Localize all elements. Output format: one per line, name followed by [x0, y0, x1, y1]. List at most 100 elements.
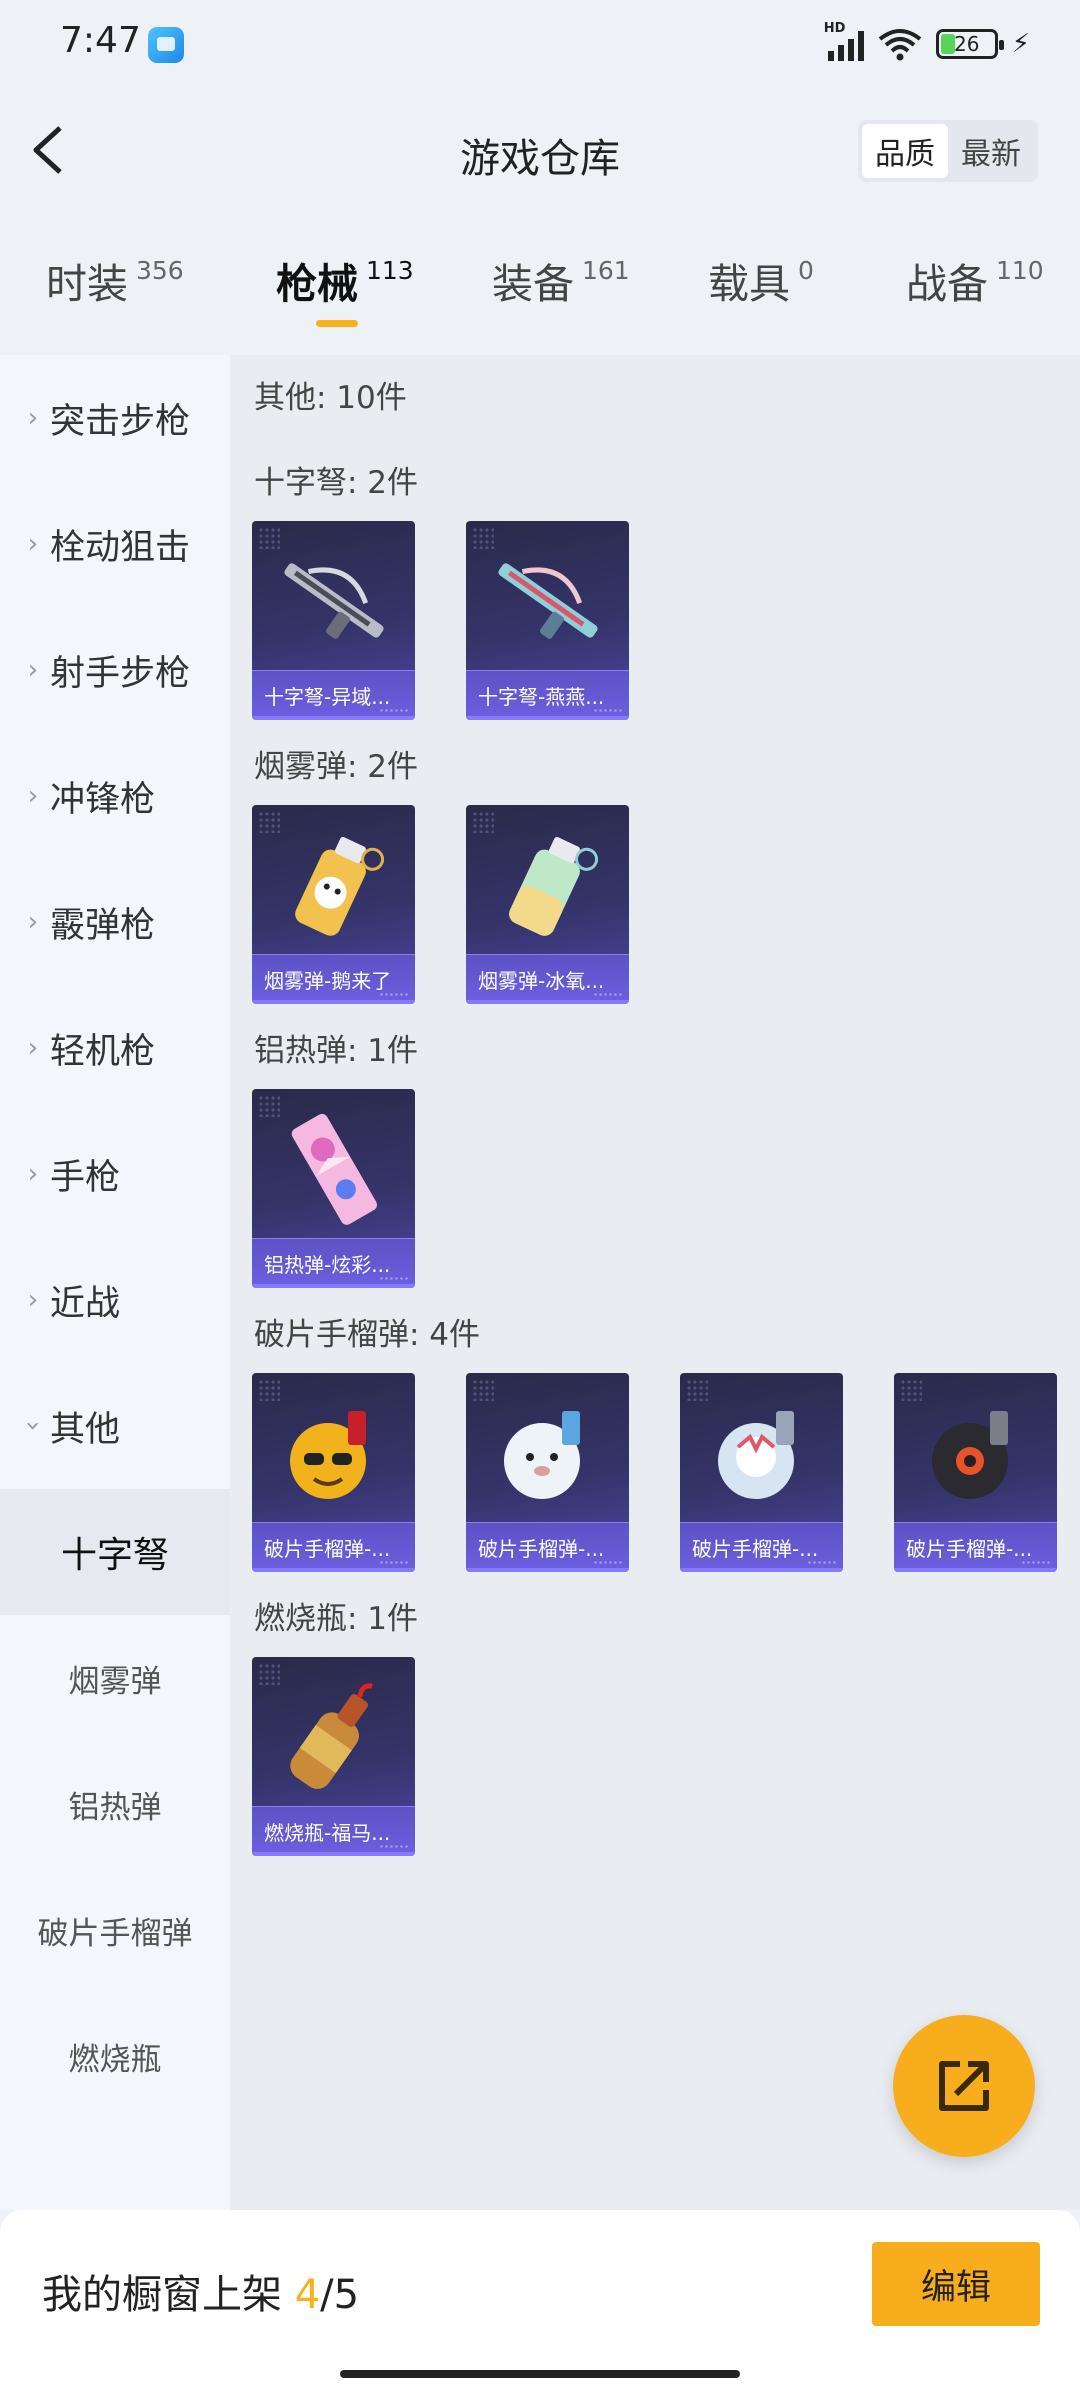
- sort-toggle: 品质 最新: [858, 120, 1038, 182]
- sidebar-item-label: 突击步枪: [50, 401, 191, 442]
- tab-firearms[interactable]: 枪械 113: [276, 250, 414, 310]
- active-tab-indicator: [316, 320, 358, 327]
- sidebar-item-shotgun[interactable]: › 霰弹枪: [0, 859, 230, 985]
- sidebar-sub-frag[interactable]: 破片手榴弹: [0, 1867, 230, 1993]
- sidebar-item-label: 霰弹枪: [50, 905, 156, 946]
- section-title: 十字弩: 2件: [254, 465, 419, 501]
- showcase-count: 4: [294, 2272, 321, 2318]
- chevron-right-icon: ›: [27, 907, 39, 937]
- battery-icon: 26: [935, 29, 1004, 59]
- sidebar-item-melee[interactable]: › 近战: [0, 1237, 230, 1363]
- item-card[interactable]: 十字弩-异域...: [252, 521, 415, 720]
- tab-supplies[interactable]: 战备 110: [906, 250, 1044, 310]
- item-card[interactable]: 破片手榴弹-...: [680, 1373, 843, 1572]
- smoke-grenade-icon: [295, 836, 385, 936]
- share-external-icon: [939, 2061, 989, 2111]
- sort-newest-button[interactable]: 最新: [948, 124, 1034, 178]
- sort-quality-button[interactable]: 品质: [862, 124, 948, 178]
- item-card[interactable]: 烟雾弹-冰氧...: [466, 805, 629, 1004]
- crossbow-icon: [498, 563, 598, 639]
- battery-level: 26: [954, 32, 980, 56]
- frag-grenade-icon: [504, 1411, 580, 1499]
- sidebar-sub-molotov[interactable]: 燃烧瓶: [0, 1993, 230, 2119]
- item-card[interactable]: 十字弩-燕燕...: [466, 521, 629, 720]
- chevron-down-icon: ›: [18, 1420, 48, 1432]
- item-name: 破片手榴弹-...: [894, 1522, 1057, 1572]
- chevron-right-icon: ›: [27, 781, 39, 811]
- item-card[interactable]: 铝热弹-炫彩...: [252, 1089, 415, 1288]
- tab-vehicles[interactable]: 载具 0: [708, 250, 814, 310]
- item-card[interactable]: 破片手榴弹-...: [466, 1373, 629, 1572]
- chevron-right-icon: ›: [27, 529, 39, 559]
- sidebar-item-assault-rifle[interactable]: › 突击步枪: [0, 355, 230, 481]
- frag-grenade-icon: [932, 1411, 1008, 1499]
- app-notification-icon: [148, 27, 184, 63]
- chevron-right-icon: ›: [27, 1159, 39, 1189]
- network-type: HD: [823, 21, 846, 36]
- section-title: 烟雾弹: 2件: [254, 749, 419, 785]
- molotov-icon: [290, 1683, 373, 1789]
- item-name: 破片手榴弹-...: [252, 1522, 415, 1572]
- sidebar-item-other[interactable]: › 其他: [0, 1363, 230, 1489]
- sidebar-item-label: 其他: [50, 1409, 121, 1450]
- status-bar: 7:47 HD 26 ⚡: [0, 0, 1080, 90]
- tab-label: 战备: [906, 260, 988, 308]
- tab-count: 110: [996, 256, 1044, 285]
- tab-count: 113: [366, 256, 414, 285]
- chevron-right-icon: ›: [27, 403, 39, 433]
- sidebar-item-label: 冲锋枪: [50, 779, 156, 820]
- sidebar: › 突击步枪 › 栓动狙击 › 射手步枪 › 冲锋枪 › 霰弹枪 › 轻机枪 › 手枪 › 近战…: [0, 355, 230, 2210]
- item-card[interactable]: 破片手榴弹-...: [894, 1373, 1057, 1572]
- tab-label: 装备: [492, 260, 574, 308]
- section-title: 燃烧瓶: 1件: [254, 1601, 419, 1637]
- frag-grenade-icon: [290, 1411, 366, 1499]
- tab-label: 时装: [46, 260, 128, 308]
- status-indicators: HD 26 ⚡: [824, 21, 1030, 64]
- thermite-grenade-icon: [291, 1113, 377, 1225]
- tab-fashion[interactable]: 时装 356: [46, 250, 184, 310]
- showcase-label: 我的橱窗上架: [42, 2272, 282, 2318]
- charging-icon: ⚡: [1011, 29, 1030, 59]
- item-name: 十字弩-异域...: [252, 670, 415, 720]
- sidebar-sub-crossbow[interactable]: 十字弩: [0, 1489, 230, 1615]
- sidebar-item-label: 栓动狙击: [50, 527, 191, 568]
- sidebar-item-bolt-sniper[interactable]: › 栓动狙击: [0, 481, 230, 607]
- tab-label: 载具: [708, 260, 790, 308]
- section-title: 铝热弹: 1件: [254, 1033, 419, 1069]
- summary-title: 其他: 10件: [254, 380, 407, 416]
- chevron-right-icon: ›: [27, 655, 39, 685]
- sidebar-item-label: 射手步枪: [50, 653, 191, 694]
- sidebar-item-pistol[interactable]: › 手枪: [0, 1111, 230, 1237]
- signal-icon: HD: [824, 21, 864, 61]
- status-time: 7:47: [60, 20, 141, 61]
- item-grid: 其他: 10件 十字弩: 2件 十字弩-异域... 十字弩-燕燕... 烟雾弹:…: [230, 355, 1080, 2210]
- sidebar-item-label: 近战: [50, 1283, 121, 1324]
- item-name: 破片手榴弹-...: [466, 1522, 629, 1572]
- category-tabs: 时装 356 枪械 113 装备 161 载具 0 战备 110: [0, 250, 1080, 340]
- showcase-total: /5: [320, 2272, 360, 2318]
- bottom-bar: 我的橱窗上架 4/5 编辑: [0, 2210, 1080, 2400]
- sidebar-item-smg[interactable]: › 冲锋枪: [0, 733, 230, 859]
- sidebar-sub-thermite[interactable]: 铝热弹: [0, 1741, 230, 1867]
- home-indicator[interactable]: [340, 2370, 740, 2378]
- tab-equipment[interactable]: 装备 161: [492, 250, 630, 310]
- edit-button[interactable]: 编辑: [872, 2242, 1040, 2326]
- item-name: 燃烧瓶-福马...: [252, 1806, 415, 1856]
- sidebar-item-label: 手枪: [50, 1157, 121, 1198]
- wifi-icon: [878, 29, 921, 61]
- item-card[interactable]: 烟雾弹-鹅来了: [252, 805, 415, 1004]
- app-header: 游戏仓库 品质 最新: [0, 90, 1080, 210]
- share-button[interactable]: [893, 2015, 1035, 2157]
- item-name: 十字弩-燕燕...: [466, 670, 629, 720]
- sidebar-item-marksman-rifle[interactable]: › 射手步枪: [0, 607, 230, 733]
- sidebar-item-lmg[interactable]: › 轻机枪: [0, 985, 230, 1111]
- item-name: 破片手榴弹-...: [680, 1522, 843, 1572]
- item-card[interactable]: 燃烧瓶-福马...: [252, 1657, 415, 1856]
- sidebar-sub-smoke[interactable]: 烟雾弹: [0, 1615, 230, 1741]
- tab-count: 356: [136, 256, 184, 285]
- tab-count: 161: [582, 256, 630, 285]
- tab-count: 0: [798, 256, 814, 285]
- section-title: 破片手榴弹: 4件: [254, 1317, 481, 1353]
- item-card[interactable]: 破片手榴弹-...: [252, 1373, 415, 1572]
- frag-grenade-icon: [718, 1411, 794, 1499]
